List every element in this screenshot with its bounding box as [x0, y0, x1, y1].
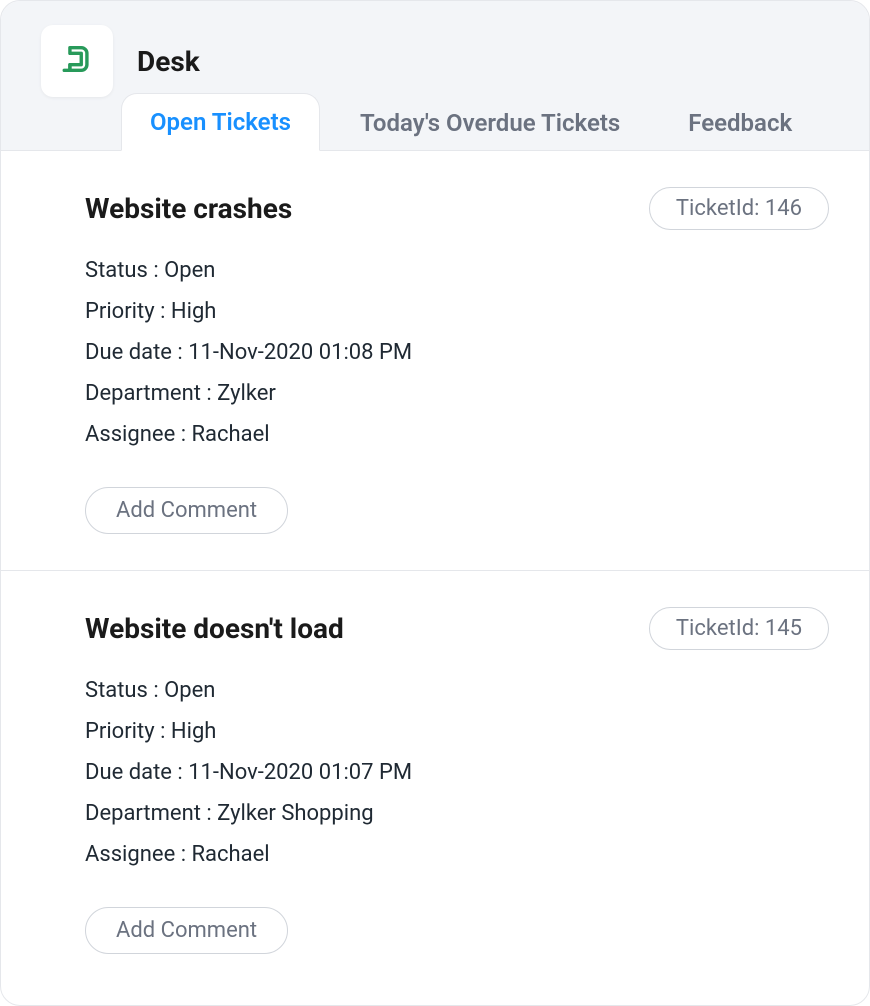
field-label: Department: [85, 801, 201, 826]
app-logo: [41, 25, 113, 97]
ticket-due-date: Due date : 11-Nov-2020 01:08 PM: [85, 340, 829, 365]
field-label: Assignee: [85, 842, 175, 867]
field-value: Open: [164, 678, 215, 703]
tab-overdue-tickets[interactable]: Today's Overdue Tickets: [332, 95, 648, 151]
ticket-priority: Priority : High: [85, 299, 829, 324]
field-value: Open: [164, 258, 215, 283]
app-title: Desk: [137, 45, 200, 78]
ticket-item: Website doesn't load TicketId: 145 Statu…: [1, 571, 869, 990]
tab-feedback[interactable]: Feedback: [660, 95, 820, 151]
field-label: Priority: [85, 719, 155, 744]
ticket-priority: Priority : High: [85, 719, 829, 744]
field-label: Status: [85, 258, 148, 283]
desk-logo-icon: [60, 42, 94, 80]
ticket-id-value: 146: [765, 196, 802, 221]
add-comment-button[interactable]: Add Comment: [85, 487, 288, 534]
field-value: Zylker: [217, 381, 276, 406]
ticket-id-label: TicketId: [676, 616, 754, 641]
ticket-status: Status : Open: [85, 258, 829, 283]
desk-widget: Desk Open Tickets Today's Overdue Ticket…: [0, 0, 870, 1006]
add-comment-button[interactable]: Add Comment: [85, 907, 288, 954]
field-value: High: [171, 299, 217, 324]
ticket-assignee: Assignee : Rachael: [85, 842, 829, 867]
ticket-title: Website crashes: [85, 192, 292, 225]
ticket-assignee: Assignee : Rachael: [85, 422, 829, 447]
field-label: Status: [85, 678, 148, 703]
ticket-header: Website doesn't load TicketId: 145: [85, 607, 829, 650]
field-label: Assignee: [85, 422, 175, 447]
ticket-due-date: Due date : 11-Nov-2020 01:07 PM: [85, 760, 829, 785]
tab-bar: Open Tickets Today's Overdue Tickets Fee…: [121, 95, 849, 151]
ticket-header: Website crashes TicketId: 146: [85, 187, 829, 230]
ticket-id-label: TicketId: [676, 196, 754, 221]
ticket-title: Website doesn't load: [85, 612, 344, 645]
ticket-list: Website crashes TicketId: 146 Status : O…: [1, 151, 869, 990]
field-value: 11-Nov-2020 01:07 PM: [188, 760, 412, 785]
field-value: 11-Nov-2020 01:08 PM: [188, 340, 412, 365]
ticket-department: Department : Zylker: [85, 381, 829, 406]
ticket-id-badge: TicketId: 146: [649, 187, 829, 230]
field-label: Priority: [85, 299, 155, 324]
tab-open-tickets[interactable]: Open Tickets: [121, 93, 320, 151]
header-top: Desk: [1, 1, 869, 97]
field-label: Due date: [85, 760, 172, 785]
field-value: Rachael: [192, 842, 270, 867]
field-value: Rachael: [192, 422, 270, 447]
field-value: Zylker Shopping: [217, 801, 373, 826]
header: Desk Open Tickets Today's Overdue Ticket…: [1, 1, 869, 151]
ticket-id-value: 145: [765, 616, 802, 641]
ticket-status: Status : Open: [85, 678, 829, 703]
ticket-id-badge: TicketId: 145: [649, 607, 829, 650]
ticket-department: Department : Zylker Shopping: [85, 801, 829, 826]
field-label: Due date: [85, 340, 172, 365]
field-value: High: [171, 719, 217, 744]
ticket-item: Website crashes TicketId: 146 Status : O…: [1, 151, 869, 571]
field-label: Department: [85, 381, 201, 406]
